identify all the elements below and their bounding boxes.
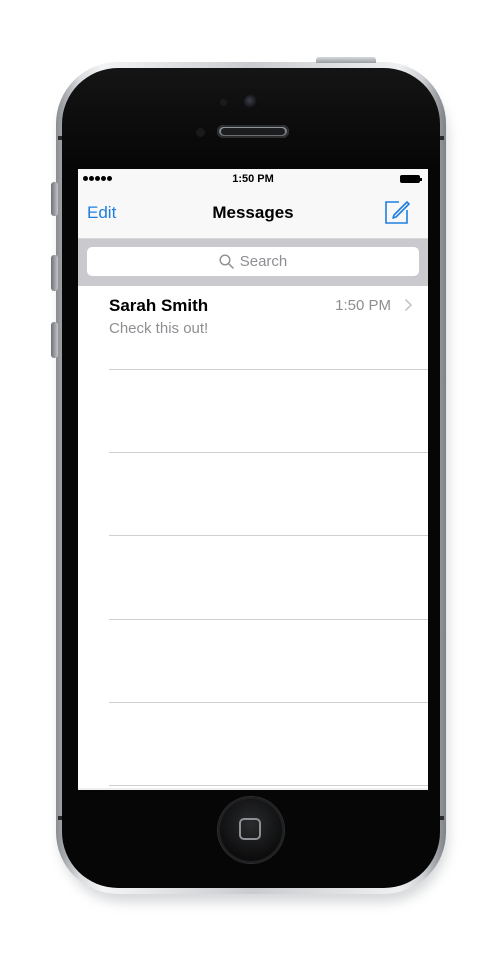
status-bar: 1:50 PM <box>78 169 428 189</box>
navigation-bar: Edit Messages <box>78 189 428 239</box>
row-separator <box>109 785 428 786</box>
status-time: 1:50 PM <box>232 173 274 185</box>
phone-screen: 1:50 PM Edit Messages Search Sarah Smith… <box>78 169 428 790</box>
row-separator <box>109 702 428 703</box>
row-separator <box>109 452 428 453</box>
earpiece-speaker <box>217 125 289 138</box>
light-sensor <box>196 128 205 137</box>
contact-name: Sarah Smith <box>109 296 209 315</box>
row-separator <box>109 619 428 620</box>
chevron-right-icon <box>404 298 413 312</box>
search-bar: Search <box>78 239 428 286</box>
message-time: 1:50 PM <box>335 297 391 314</box>
search-icon <box>219 254 234 269</box>
volume-down-button <box>51 322 58 358</box>
row-separator <box>109 369 428 370</box>
home-button[interactable] <box>218 797 284 863</box>
proximity-sensor <box>220 99 227 106</box>
message-preview: Check this out! <box>109 320 209 337</box>
volume-up-button <box>51 255 58 291</box>
battery-full-icon <box>400 175 422 183</box>
search-input[interactable]: Search <box>87 247 419 276</box>
power-button <box>316 57 376 63</box>
screen-edge <box>78 788 428 790</box>
compose-button[interactable] <box>383 198 411 226</box>
conversation-row[interactable]: Sarah Smith 1:50 PM Check this out! <box>78 286 428 369</box>
mute-switch <box>51 182 58 216</box>
search-placeholder: Search <box>239 253 288 270</box>
front-camera-icon <box>244 95 258 109</box>
device-mockup: 1:50 PM Edit Messages Search Sarah Smith… <box>0 0 502 953</box>
home-square-icon <box>239 818 261 840</box>
row-separator <box>109 535 428 536</box>
page-title: Messages <box>212 203 294 222</box>
compose-icon <box>385 201 410 224</box>
